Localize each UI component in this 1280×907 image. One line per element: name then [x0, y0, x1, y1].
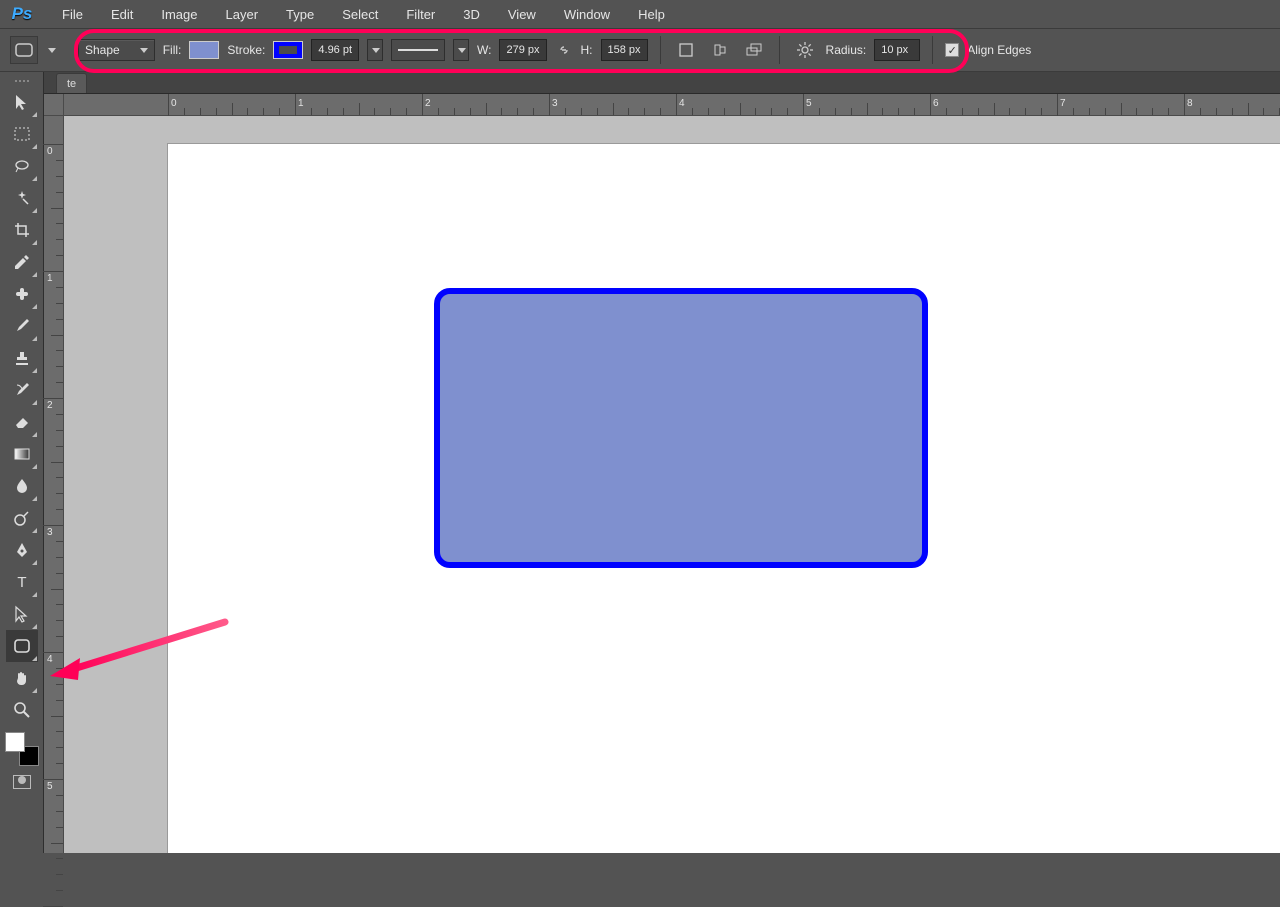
stroke-style-stepper[interactable] [453, 39, 469, 61]
link-icon[interactable] [555, 41, 573, 59]
radius-label: Radius: [826, 43, 867, 57]
menu-image[interactable]: Image [147, 3, 211, 26]
workspace: 0123456789 012345 [44, 94, 1280, 853]
menu-help[interactable]: Help [624, 3, 679, 26]
quick-mask-toggle[interactable] [8, 772, 36, 792]
move-tool[interactable] [6, 86, 38, 118]
width-label: W: [477, 43, 491, 57]
path-align-icon[interactable] [707, 39, 733, 61]
canvas-viewport[interactable] [64, 116, 1280, 853]
healing-brush-tool[interactable] [6, 278, 38, 310]
stroke-swatch[interactable] [273, 41, 303, 59]
hand-tool[interactable] [6, 662, 38, 694]
menu-view[interactable]: View [494, 3, 550, 26]
brush-tool[interactable] [6, 310, 38, 342]
tool-preset-picker[interactable] [10, 36, 38, 64]
height-input[interactable]: 158 px [601, 39, 648, 61]
chevron-down-icon [140, 48, 148, 53]
radius-input[interactable]: 10 px [874, 39, 920, 61]
magic-wand-tool[interactable] [6, 182, 38, 214]
eyedropper-tool[interactable] [6, 246, 38, 278]
path-arrange-icon[interactable] [741, 39, 767, 61]
eraser-tool[interactable] [6, 406, 38, 438]
blur-tool[interactable] [6, 470, 38, 502]
ruler-horizontal[interactable]: 0123456789 [64, 94, 1280, 116]
width-input[interactable]: 279 px [499, 39, 546, 61]
gear-icon[interactable] [792, 39, 818, 61]
stroke-width-stepper[interactable] [367, 39, 383, 61]
menu-layer[interactable]: Layer [212, 3, 273, 26]
svg-text:T: T [17, 574, 26, 591]
tools-panel: T [0, 72, 44, 853]
lasso-tool[interactable] [6, 150, 38, 182]
menu-type[interactable]: Type [272, 3, 328, 26]
rounded-rectangle-shape[interactable] [434, 288, 928, 568]
menu-select[interactable]: Select [328, 3, 392, 26]
zoom-tool[interactable] [6, 694, 38, 726]
menu-file[interactable]: File [48, 3, 97, 26]
gradient-tool[interactable] [6, 438, 38, 470]
shape-mode-label: Shape [85, 43, 120, 57]
menu-edit[interactable]: Edit [97, 3, 147, 26]
document-tab-title: te [67, 78, 76, 90]
stroke-label: Stroke: [227, 43, 265, 57]
menu-3d[interactable]: 3D [449, 3, 494, 26]
document-canvas[interactable] [168, 144, 1280, 853]
fill-label: Fill: [163, 43, 182, 57]
type-tool[interactable]: T [6, 566, 38, 598]
path-operations-icon[interactable] [673, 39, 699, 61]
document-tab-bar: te [0, 72, 1280, 94]
app-logo-icon: Ps [4, 3, 40, 25]
path-select-tool[interactable] [6, 598, 38, 630]
marquee-tool[interactable] [6, 118, 38, 150]
menu-bar: Ps File Edit Image Layer Type Select Fil… [0, 0, 1280, 28]
chevron-down-icon[interactable] [48, 48, 56, 53]
height-label: H: [581, 43, 593, 57]
ruler-corner[interactable] [44, 94, 64, 116]
fill-swatch[interactable] [189, 41, 219, 59]
menu-window[interactable]: Window [550, 3, 624, 26]
history-brush-tool[interactable] [6, 374, 38, 406]
shape-mode-dropdown[interactable]: Shape [78, 39, 155, 61]
align-edges-label: Align Edges [967, 43, 1031, 57]
stamp-tool[interactable] [6, 342, 38, 374]
panel-grip-icon[interactable] [2, 76, 42, 86]
crop-tool[interactable] [6, 214, 38, 246]
ruler-vertical[interactable]: 012345 [44, 116, 64, 853]
stroke-width-input[interactable]: 4.96 pt [311, 39, 359, 61]
align-edges-checkbox[interactable]: ✓ [945, 43, 959, 57]
shape-tool[interactable] [6, 630, 38, 662]
options-bar: Shape Fill: Stroke: 4.96 pt W: 279 px H:… [0, 28, 1280, 72]
color-swatches[interactable] [5, 732, 39, 766]
menu-filter[interactable]: Filter [392, 3, 449, 26]
stroke-style-dropdown[interactable] [391, 39, 445, 61]
pen-tool[interactable] [6, 534, 38, 566]
dodge-tool[interactable] [6, 502, 38, 534]
document-tab[interactable]: te [56, 73, 87, 93]
